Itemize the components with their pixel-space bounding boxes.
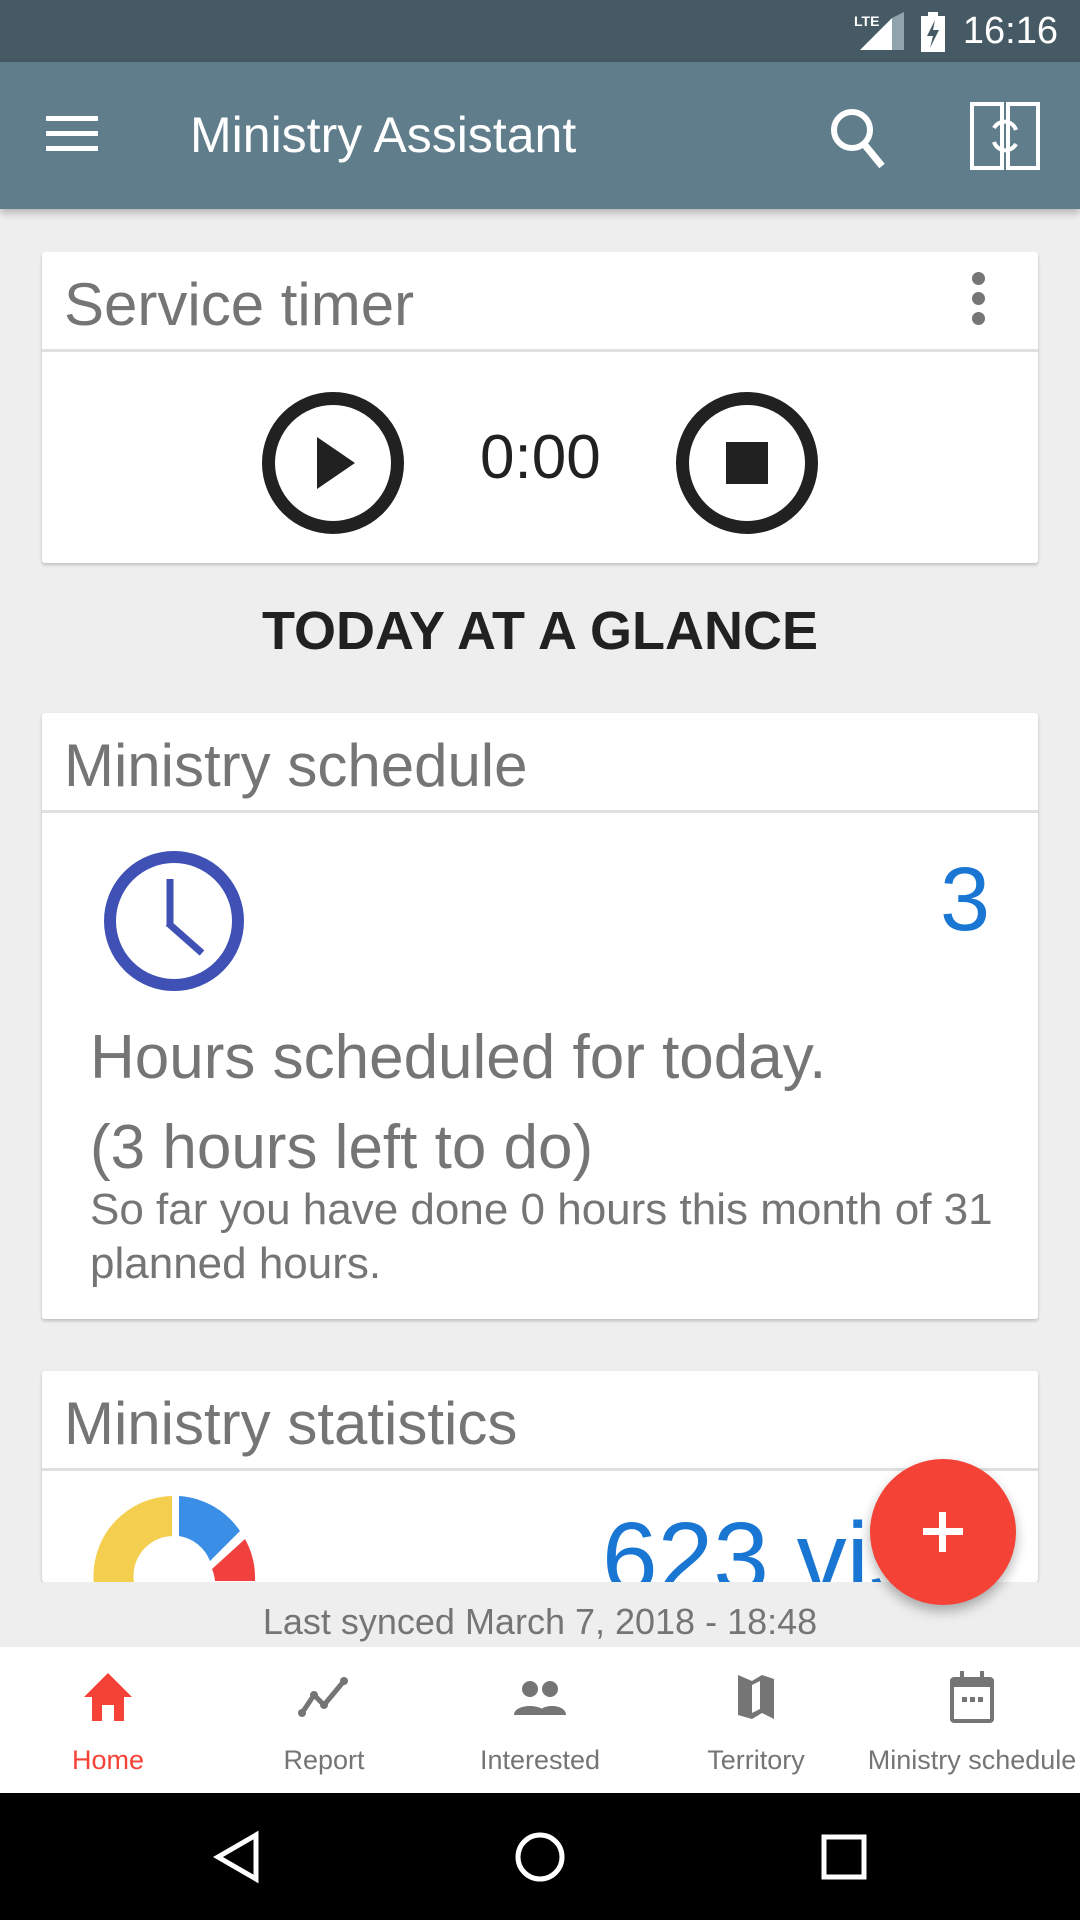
system-navigation-bar <box>0 1793 1080 1920</box>
lte-signal-icon: LTE <box>854 12 904 50</box>
sync-icon[interactable] <box>970 102 1040 170</box>
nav-label: Report <box>283 1745 365 1775</box>
battery-charging-icon <box>921 12 945 52</box>
nav-report[interactable]: Report <box>216 1647 432 1793</box>
stop-button[interactable] <box>676 392 818 534</box>
status-time: 16:16 <box>962 10 1058 52</box>
app-bar: Ministry Assistant <box>0 62 1080 209</box>
donut-segment-yellow <box>93 1496 172 1582</box>
calendar-icon <box>950 1671 994 1723</box>
map-icon <box>738 1675 774 1719</box>
trend-icon <box>298 1677 348 1717</box>
nav-interested[interactable]: Interested <box>432 1647 648 1793</box>
play-icon <box>317 437 355 489</box>
nav-home[interactable]: Home <box>0 1647 216 1793</box>
menu-icon[interactable] <box>46 114 98 154</box>
statistics-donut-chart <box>93 1496 256 1582</box>
play-button[interactable] <box>262 392 404 534</box>
svg-text:LTE: LTE <box>854 13 879 29</box>
nav-territory[interactable]: Territory <box>648 1647 864 1793</box>
nav-ministry-schedule[interactable]: Ministry schedule <box>864 1647 1080 1793</box>
hours-count: 3 <box>939 850 990 950</box>
nav-label: Home <box>71 1745 145 1775</box>
app-title: Ministry Assistant <box>190 107 577 163</box>
nav-label: Territory <box>707 1745 805 1775</box>
schedule-subheadline: (3 hours left to do) <box>90 1113 594 1182</box>
home-icon <box>84 1673 132 1721</box>
ministry-schedule-title: Ministry schedule <box>64 732 528 799</box>
nav-label: Interested <box>479 1745 601 1775</box>
more-options-icon[interactable] <box>972 272 986 328</box>
nav-label: Ministry schedule <box>867 1745 1077 1775</box>
status-bar: LTE 16:16 <box>0 0 1080 62</box>
people-icon <box>514 1681 566 1715</box>
recents-icon[interactable] <box>816 1829 872 1885</box>
stop-icon <box>726 442 768 484</box>
ministry-schedule-card[interactable]: Ministry schedule 3 Hours scheduled for … <box>42 713 1038 1319</box>
add-fab-button[interactable] <box>870 1459 1016 1605</box>
clock-icon <box>104 851 244 991</box>
home-circle-icon[interactable] <box>512 1829 568 1885</box>
service-timer-title: Service timer <box>64 271 415 338</box>
timer-value: 0:00 <box>480 423 601 492</box>
schedule-detail: So far you have done 0 hours this month … <box>90 1185 993 1288</box>
bottom-navigation: Home Report Interested Territory Ministr… <box>0 1647 1080 1793</box>
search-icon[interactable] <box>826 104 892 170</box>
ministry-statistics-title: Ministry statistics <box>64 1390 518 1457</box>
section-heading: TODAY AT A GLANCE <box>261 601 819 661</box>
back-icon[interactable] <box>208 1829 264 1885</box>
donut-segment-blue <box>179 1496 240 1561</box>
schedule-headline: Hours scheduled for today. <box>90 1023 827 1092</box>
service-timer-card: Service timer 0:00 <box>42 252 1038 563</box>
